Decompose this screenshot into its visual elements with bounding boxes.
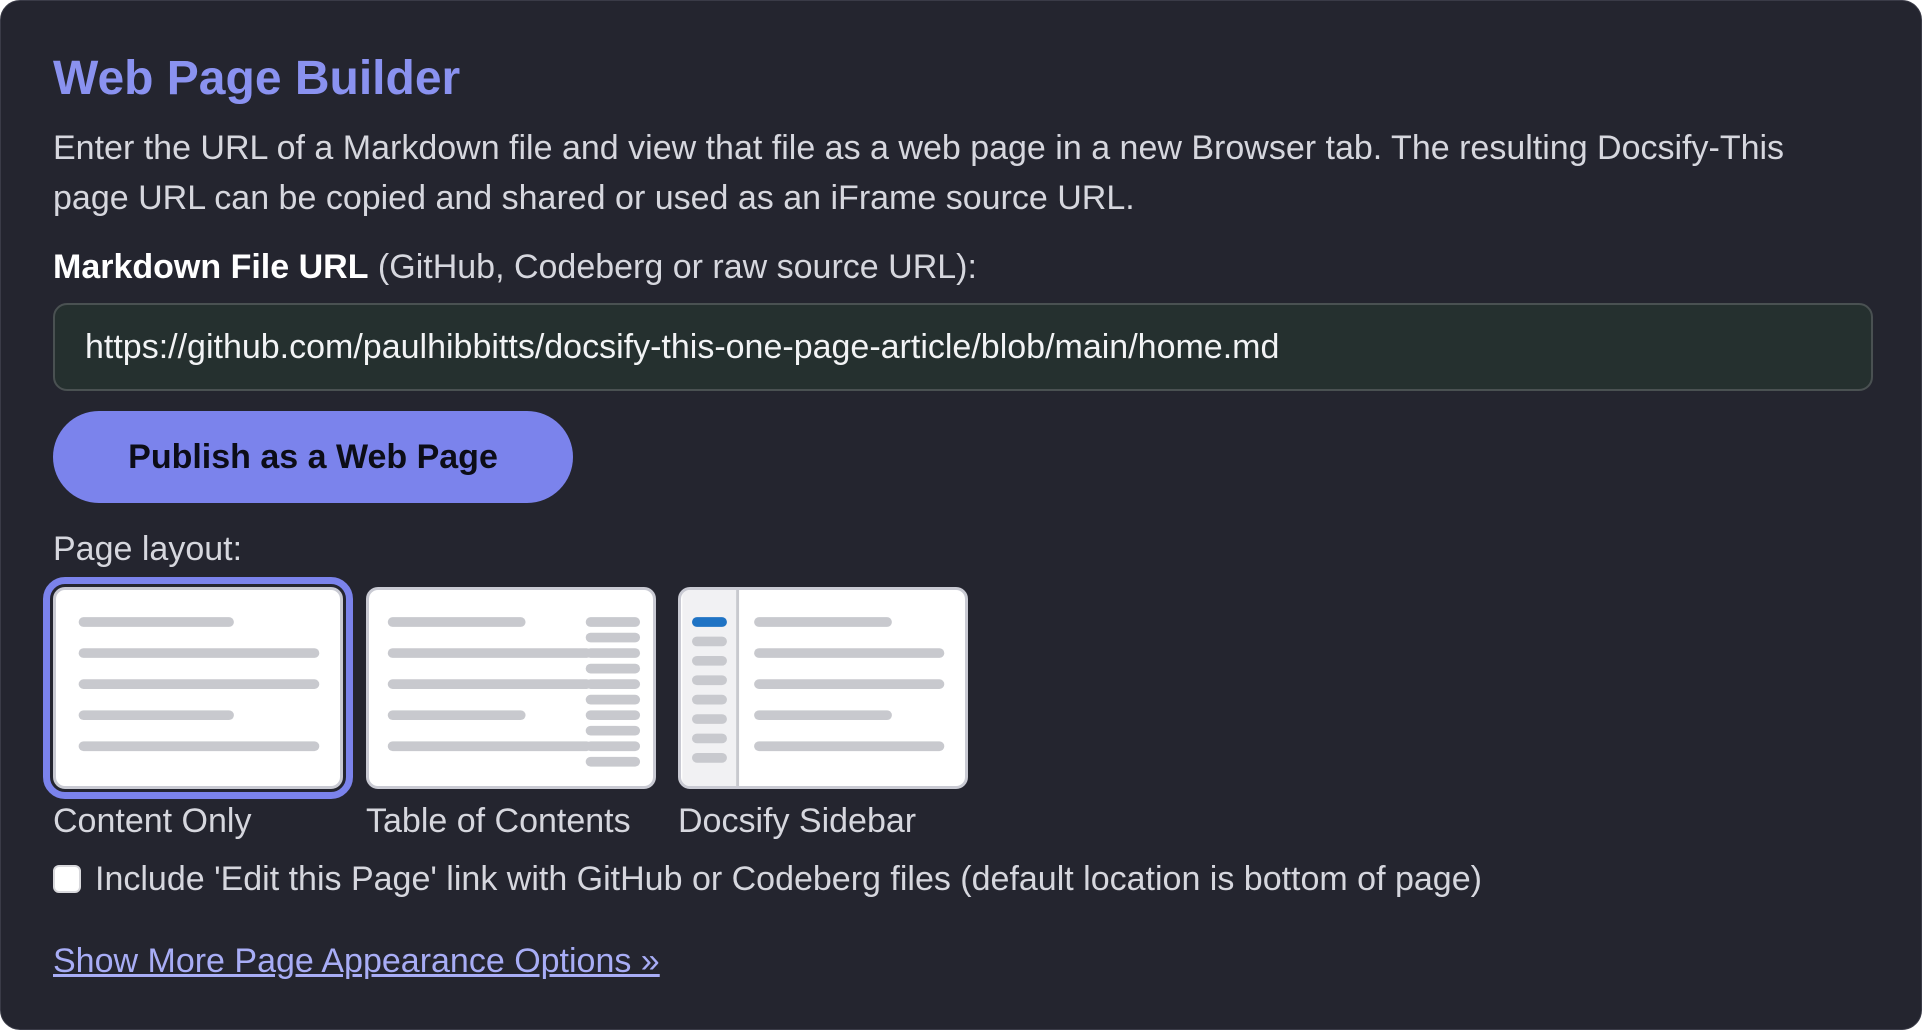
page-layout-label: Page layout: [53,530,243,568]
url-field-label-hint: (GitHub, Codeberg or raw source URL): [377,248,977,286]
show-more-options-link[interactable]: Show More Page Appearance Options » [53,939,660,983]
layout-option-table-of-contents[interactable] [366,587,656,789]
builder-description: Enter the URL of a Markdown file and vie… [53,129,1785,217]
markdown-url-input[interactable] [53,303,1873,391]
edit-link-option: Include 'Edit this Page' link with GitHu… [53,857,1482,901]
page-title: Web Page Builder [53,52,461,105]
web-page-builder-panel: Web Page Builder Enter the URL of a Mark… [0,0,1922,1030]
publish-button[interactable]: Publish as a Web Page [53,411,573,503]
layout-caption-docsify-sidebar: Docsify Sidebar [678,802,917,840]
url-field-label: Markdown File URL (GitHub, Codeberg or r… [53,245,977,289]
url-field-label-strong: Markdown File URL [53,248,369,286]
edit-link-checkbox[interactable] [53,865,81,893]
layout-option-docsify-sidebar[interactable] [678,587,968,789]
content-only-thumbnail-icon [78,617,320,752]
layout-caption-content-only: Content Only [53,802,252,840]
table-of-contents-thumbnail-icon [387,617,641,767]
edit-link-label[interactable]: Include 'Edit this Page' link with GitHu… [95,857,1482,901]
layout-option-content-only[interactable] [43,577,353,799]
layout-caption-table-of-contents: Table of Contents [366,802,631,840]
docsify-sidebar-thumbnail-icon [682,590,945,786]
